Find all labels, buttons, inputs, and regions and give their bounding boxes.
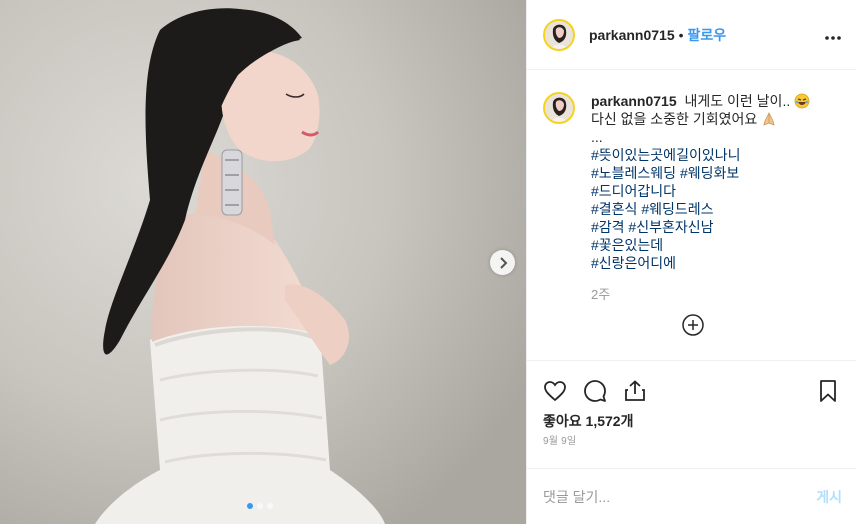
caption-text: parkann0715 내게도 이런 날이.. 다신 없을 소중한 기회였어요: [591, 92, 810, 272]
avatar-image: [545, 20, 573, 49]
hashtag-link[interactable]: #꽃은있는데: [591, 236, 810, 254]
next-image-button[interactable]: [490, 250, 515, 275]
instagram-post: parkann0715 • 팔로우 parkann0715 내게도 이런 날이.…: [0, 0, 856, 524]
hashtag-link[interactable]: #드디어갑니다: [591, 182, 810, 200]
caption-username[interactable]: parkann0715: [591, 93, 677, 109]
bride-portrait-image: [0, 0, 526, 524]
comment-form: 게시: [527, 468, 856, 524]
separator-dot: •: [678, 26, 684, 43]
post-side-panel: parkann0715 • 팔로우 parkann0715 내게도 이런 날이.…: [526, 0, 856, 524]
carousel-dot: [267, 503, 273, 509]
action-bar: [527, 360, 856, 412]
bookmark-icon[interactable]: [816, 379, 840, 403]
load-more-comments-button[interactable]: [682, 314, 704, 336]
post-header: parkann0715 • 팔로우: [527, 0, 856, 70]
carousel-dot: [257, 503, 263, 509]
more-options-button[interactable]: [824, 26, 842, 44]
carousel-indicator: [247, 503, 273, 509]
more-horizontal-icon: [825, 35, 841, 40]
hashtag-link[interactable]: #노블레스웨딩 #웨딩화보: [591, 164, 810, 182]
post-comment-button[interactable]: 게시: [816, 487, 842, 507]
caption-line-3: ...: [591, 129, 603, 145]
follow-button[interactable]: 팔로우: [688, 25, 727, 45]
caption-line-1: 내게도 이런 날이..: [684, 93, 791, 109]
hashtag-link[interactable]: #신랑은어디에: [591, 254, 810, 272]
comment-input[interactable]: [543, 488, 817, 505]
chevron-right-icon: [499, 256, 507, 269]
laughing-emoji-icon: [794, 93, 810, 109]
avatar[interactable]: [543, 92, 575, 124]
comment-icon[interactable]: [583, 379, 607, 403]
folded-hands-emoji-icon: [763, 112, 775, 126]
like-count[interactable]: 좋아요 1,572개: [527, 412, 856, 434]
caption-row: parkann0715 내게도 이런 날이.. 다신 없을 소중한 기회였어요: [543, 92, 840, 272]
caption-line-2: 다신 없을 소중한 기회였어요: [591, 111, 758, 127]
plus-circle-icon: [682, 314, 704, 336]
post-photo[interactable]: [0, 0, 526, 524]
avatar[interactable]: [543, 18, 575, 51]
heart-icon[interactable]: [543, 379, 567, 403]
avatar-image: [545, 94, 573, 122]
carousel-dot: [247, 503, 253, 509]
comments-section: parkann0715 내게도 이런 날이.. 다신 없을 소중한 기회였어요: [527, 70, 856, 360]
caption-timestamp[interactable]: 2주: [591, 284, 840, 303]
hashtag-link[interactable]: #감격 #신부혼자신남: [591, 218, 810, 236]
header-username[interactable]: parkann0715: [589, 27, 675, 43]
post-date[interactable]: 9월 9일: [527, 434, 856, 468]
hashtag-link[interactable]: #뜻이있는곳에길이있나니: [591, 146, 810, 164]
share-icon[interactable]: [623, 379, 647, 403]
hashtag-link[interactable]: #결혼식 #웨딩드레스: [591, 200, 810, 218]
